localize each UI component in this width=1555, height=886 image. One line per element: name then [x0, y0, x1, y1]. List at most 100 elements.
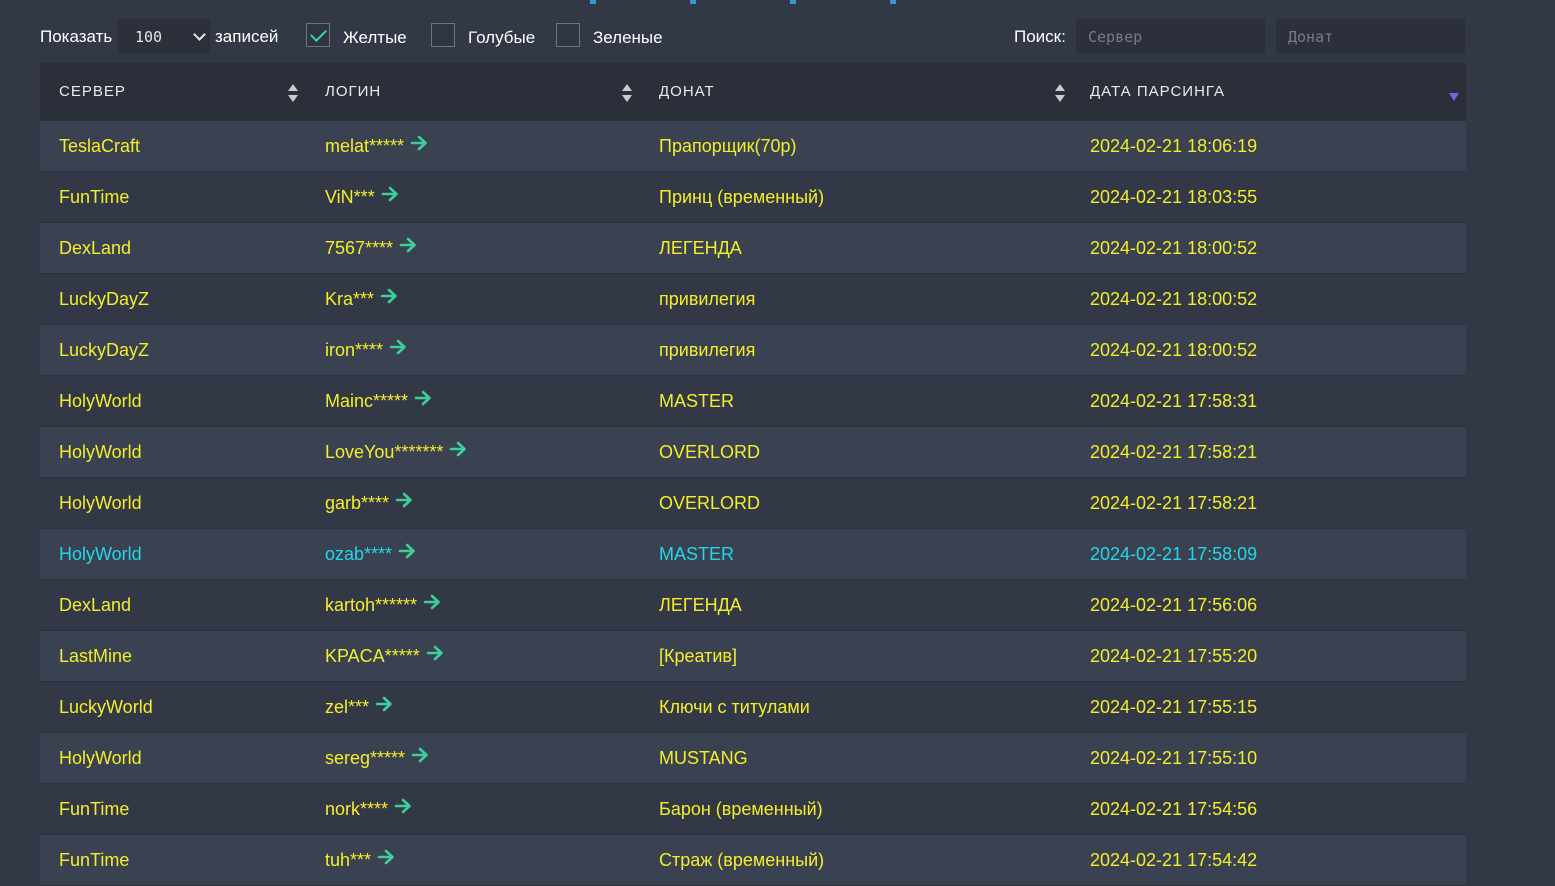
- sort-icon[interactable]: [1055, 84, 1065, 102]
- cell-donat-text: Барон (временный): [659, 799, 823, 819]
- cell-date: 2024-02-21 17:56:06: [1090, 580, 1257, 630]
- cell-date-text: 2024-02-21 17:56:06: [1090, 595, 1258, 615]
- cell-server: FunTime: [59, 172, 129, 222]
- cell-server: DexLand: [59, 580, 131, 630]
- filter-yellow-label: Желтые: [343, 28, 407, 47]
- checkbox-box[interactable]: [306, 23, 330, 47]
- entries-label: записей: [215, 27, 279, 46]
- cell-date-text: 2024-02-21 17:58:09: [1090, 544, 1258, 564]
- cell-login: zel***: [325, 682, 393, 732]
- cell-date: 2024-02-21 17:55:10: [1090, 733, 1257, 783]
- cell-login: Kra***: [325, 274, 398, 324]
- cell-login: nork****: [325, 784, 412, 834]
- cell-login-text: garb****: [325, 493, 390, 513]
- cell-donat-text: [Креатив]: [659, 646, 737, 666]
- cell-server: LastMine: [59, 631, 132, 681]
- table-row: DexLand 7567**** ЛЕГЕНДА 2024-02-21 18:00:5…: [40, 223, 1466, 274]
- filter-green-label: Зеленые: [593, 28, 663, 47]
- search-server-input[interactable]: [1076, 19, 1265, 54]
- sort-desc-icon[interactable]: [1449, 93, 1459, 101]
- cell-login: melat*****: [325, 121, 428, 171]
- arrow-right-icon[interactable]: [375, 681, 393, 731]
- sort-icon[interactable]: [622, 84, 632, 102]
- cell-donat: Ключи с титулами: [659, 682, 810, 732]
- header-donat[interactable]: ДОНАТ: [659, 63, 715, 121]
- cell-donat: ЛЕГЕНДА: [659, 223, 742, 273]
- arrow-right-icon[interactable]: [399, 222, 417, 272]
- cell-server: LuckyWorld: [59, 682, 153, 732]
- arrow-right-icon[interactable]: [380, 273, 398, 323]
- arrow-right-icon[interactable]: [414, 375, 432, 425]
- cell-donat: MASTER: [659, 529, 734, 579]
- cell-login: KPACA*****: [325, 631, 444, 681]
- cell-server-text: HolyWorld: [59, 748, 142, 768]
- cell-donat-text: ЛЕГЕНДА: [659, 595, 742, 615]
- arrow-right-icon[interactable]: [394, 783, 412, 833]
- table-header: СЕРВЕР ЛОГИН ДОНАТ ДАТА ПАРСИНГА: [40, 63, 1466, 121]
- cell-date: 2024-02-21 18:03:55: [1090, 172, 1257, 222]
- donations-table: СЕРВЕР ЛОГИН ДОНАТ ДАТА ПАРСИНГА TeslaCr…: [40, 63, 1466, 886]
- checkbox-box[interactable]: [556, 23, 580, 47]
- cell-donat-text: MASTER: [659, 544, 735, 564]
- cell-server-text: FunTime: [59, 187, 130, 207]
- cell-donat: привилегия: [659, 325, 755, 375]
- cell-date: 2024-02-21 17:55:20: [1090, 631, 1257, 681]
- cell-login-text: sereg*****: [325, 748, 406, 768]
- cell-server: HolyWorld: [59, 376, 142, 426]
- cell-server-text: TeslaCraft: [59, 136, 141, 156]
- cell-login-text: nork****: [325, 799, 389, 819]
- header-login[interactable]: ЛОГИН: [325, 63, 381, 121]
- chevron-down-icon: [193, 28, 206, 41]
- cell-login: ViN***: [325, 172, 399, 222]
- cell-donat-text: Прапорщик(70р): [659, 136, 797, 156]
- cell-donat: OVERLORD: [659, 478, 760, 528]
- arrow-right-icon[interactable]: [377, 834, 395, 884]
- arrow-right-icon[interactable]: [381, 171, 399, 221]
- show-label: Показать: [40, 27, 113, 46]
- table-row: LuckyDayZ Kra*** привилегия 2024-02-21 18:0…: [40, 274, 1466, 325]
- page-length-select[interactable]: 100: [118, 19, 210, 54]
- arrow-right-icon[interactable]: [395, 477, 413, 527]
- cell-donat: Барон (временный): [659, 784, 823, 834]
- cell-date: 2024-02-21 17:58:21: [1090, 478, 1257, 528]
- cell-login-text: LoveYou*******: [325, 442, 444, 462]
- arrow-right-icon[interactable]: [423, 579, 441, 629]
- cell-login: 7567****: [325, 223, 417, 273]
- cell-server-text: FunTime: [59, 799, 130, 819]
- header-date[interactable]: ДАТА ПАРСИНГА: [1090, 63, 1225, 121]
- cell-server: FunTime: [59, 835, 129, 885]
- cell-login: kartoh******: [325, 580, 441, 630]
- arrow-right-icon[interactable]: [426, 630, 444, 680]
- filter-blue-label: Голубые: [468, 28, 536, 47]
- cell-login: LoveYou*******: [325, 427, 467, 477]
- cell-date-text: 2024-02-21 18:03:55: [1090, 187, 1258, 207]
- arrow-right-icon[interactable]: [398, 528, 416, 578]
- cell-donat-text: MASTER: [659, 391, 735, 411]
- cell-server-text: LuckyDayZ: [59, 340, 150, 360]
- cell-login: ozab****: [325, 529, 416, 579]
- cell-server-text: HolyWorld: [59, 391, 142, 411]
- cell-donat-text: Принц (временный): [659, 187, 825, 207]
- cell-server-text: LuckyDayZ: [59, 289, 150, 309]
- search-donat-input[interactable]: [1276, 19, 1465, 54]
- table-row: HolyWorld LoveYou******* OVERLORD 2024-02-2…: [40, 427, 1466, 478]
- cell-login-text: tuh***: [325, 850, 372, 870]
- header-server[interactable]: СЕРВЕР: [59, 63, 126, 121]
- arrow-right-icon[interactable]: [449, 426, 467, 476]
- cell-date-text: 2024-02-21 18:00:52: [1090, 238, 1258, 258]
- cell-donat-text: ЛЕГЕНДА: [659, 238, 742, 258]
- cell-donat-text: Страж (временный): [659, 850, 825, 870]
- cell-server: HolyWorld: [59, 529, 142, 579]
- cell-date: 2024-02-21 18:00:52: [1090, 223, 1257, 273]
- table-row: LuckyDayZ iron**** привилегия 2024-02-21 18…: [40, 325, 1466, 376]
- arrow-right-icon[interactable]: [410, 120, 428, 170]
- arrow-right-icon[interactable]: [411, 732, 429, 782]
- sort-icon[interactable]: [288, 84, 298, 102]
- cell-login: tuh***: [325, 835, 395, 885]
- arrow-right-icon[interactable]: [389, 324, 407, 374]
- top-title-fragment: [590, 0, 920, 4]
- table-controls: Показать 100 записей Желтые Голубые Зеле…: [40, 18, 1466, 56]
- checkbox-box[interactable]: [431, 23, 455, 47]
- cell-server-text: LuckyWorld: [59, 697, 153, 717]
- cell-date-text: 2024-02-21 17:54:56: [1090, 799, 1258, 819]
